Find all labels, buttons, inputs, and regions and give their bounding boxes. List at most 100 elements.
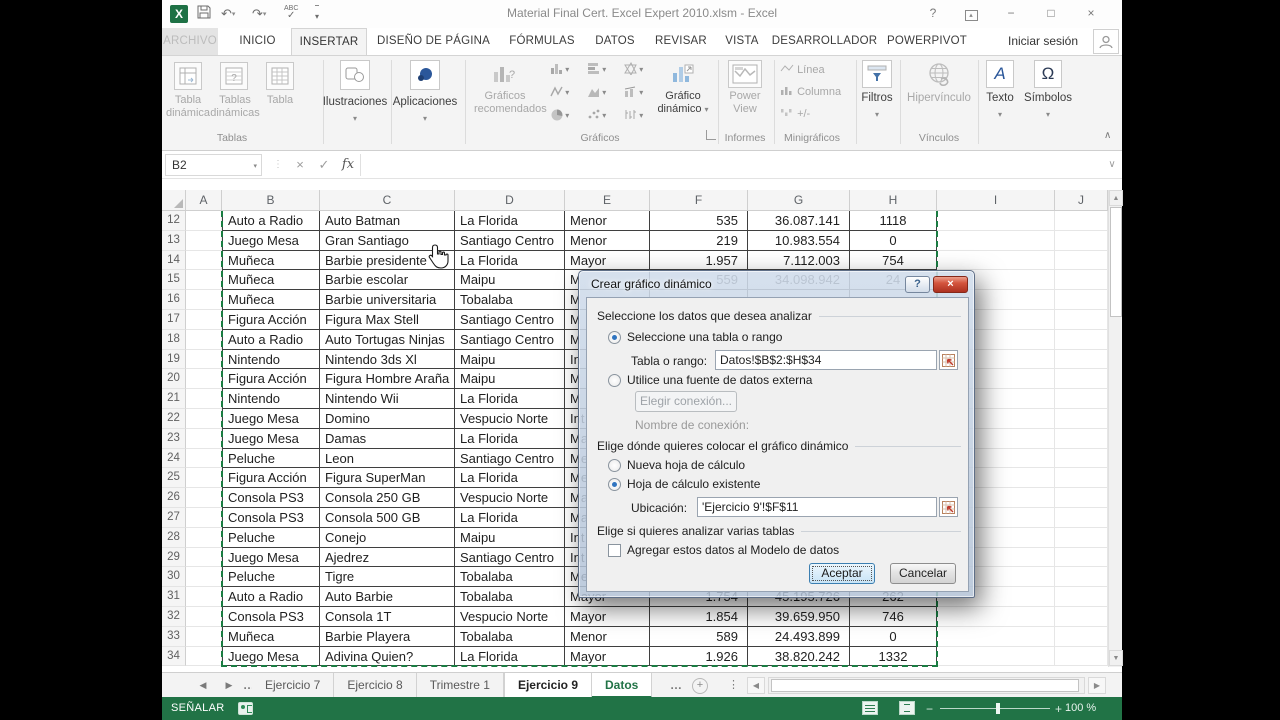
hscroll-right-icon[interactable]: ▶ — [1088, 677, 1106, 694]
minimize-button[interactable]: − — [998, 4, 1024, 22]
cell[interactable]: Damas — [320, 428, 455, 449]
cell[interactable] — [1055, 329, 1108, 350]
cell[interactable] — [1055, 626, 1108, 647]
cell[interactable]: Figura SuperMan — [320, 468, 455, 489]
cell[interactable] — [1055, 606, 1108, 627]
sheet-tab-ejercicio-7[interactable]: Ejercicio 7 — [252, 673, 335, 698]
cell[interactable] — [186, 270, 222, 291]
chart-radar-button[interactable]: ▾ — [624, 61, 643, 80]
cell[interactable]: 38.820.242 — [748, 646, 850, 667]
cell[interactable] — [186, 626, 222, 647]
cell[interactable]: Tobalaba — [455, 626, 565, 647]
cell[interactable]: Tigre — [320, 567, 455, 588]
cell[interactable]: La Florida — [455, 428, 565, 449]
cell[interactable]: Figura Acción — [222, 468, 320, 489]
sheet-tab-ejercicio-8[interactable]: Ejercicio 8 — [334, 673, 417, 698]
cell[interactable] — [937, 250, 1055, 271]
recommended-charts-icon[interactable]: ? — [489, 60, 519, 88]
help-icon[interactable]: ? — [920, 4, 946, 22]
zoom-slider[interactable] — [940, 708, 1050, 709]
name-box[interactable]: B2 ▾ — [165, 154, 262, 176]
column-header-j[interactable]: J — [1055, 190, 1108, 211]
cell[interactable]: Auto a Radio — [222, 587, 320, 607]
cell[interactable]: Barbie universitaria — [320, 290, 455, 310]
table-range-input[interactable]: Datos!$B$2:$H$34 — [715, 350, 937, 370]
cell[interactable] — [186, 290, 222, 310]
cell[interactable] — [186, 507, 222, 528]
select-all-corner[interactable] — [162, 190, 186, 211]
hyperlink-button[interactable]: Hipervínculo — [904, 92, 974, 105]
cell[interactable] — [1055, 567, 1108, 588]
cell[interactable]: Leon — [320, 448, 455, 469]
cell[interactable]: Juego Mesa — [222, 547, 320, 568]
cell[interactable]: 219 — [650, 230, 748, 251]
cell[interactable]: Maipu — [455, 349, 565, 370]
cell[interactable]: Juego Mesa — [222, 646, 320, 667]
filters-button[interactable]: Filtros — [858, 92, 896, 105]
symbols-icon[interactable]: Ω — [1034, 60, 1062, 88]
apps-icon[interactable] — [410, 60, 440, 90]
radio-existing-worksheet-label[interactable]: Hoja de cálculo existente — [627, 477, 760, 491]
cell[interactable] — [1055, 211, 1108, 231]
illustrations-icon[interactable] — [340, 60, 370, 90]
cell[interactable]: 1.926 — [650, 646, 748, 667]
sheet-tab-ejercicio-9[interactable]: Ejercicio 9 — [503, 673, 592, 698]
row-header-34[interactable]: 34 — [162, 646, 186, 667]
row-header-21[interactable]: 21 — [162, 389, 186, 409]
cell[interactable]: Figura Acción — [222, 309, 320, 330]
column-header-e[interactable]: E — [565, 190, 650, 211]
ribbon-tab-insertar[interactable]: INSERTAR — [291, 28, 367, 55]
cell[interactable]: Muñeca — [222, 290, 320, 310]
ribbon-display-options-icon[interactable]: ▴ — [958, 4, 984, 22]
cell[interactable] — [1055, 507, 1108, 528]
cell[interactable]: Santiago Centro — [455, 547, 565, 568]
cell[interactable]: 10.983.554 — [748, 230, 850, 251]
row-header-26[interactable]: 26 — [162, 488, 186, 508]
cell[interactable]: Figura Acción — [222, 369, 320, 390]
horizontal-scrollbar[interactable] — [768, 677, 1085, 694]
cell[interactable] — [937, 230, 1055, 251]
cell[interactable] — [186, 646, 222, 667]
cell[interactable] — [186, 309, 222, 330]
filters-icon[interactable] — [862, 60, 892, 88]
cell[interactable] — [186, 369, 222, 390]
tab-scroll-divider[interactable]: ⋮ — [728, 673, 739, 698]
add-to-data-model-checkbox[interactable] — [608, 544, 621, 557]
cell[interactable]: 7.112.003 — [748, 250, 850, 271]
chart-line-button[interactable]: ▾ — [550, 85, 569, 103]
cell[interactable]: Tobalaba — [455, 290, 565, 310]
normal-view-icon[interactable] — [862, 701, 878, 715]
column-header-c[interactable]: C — [320, 190, 455, 211]
cell[interactable]: 1.957 — [650, 250, 748, 271]
zoom-in-icon[interactable]: + — [1055, 702, 1062, 716]
cell[interactable]: Consola PS3 — [222, 606, 320, 627]
cell[interactable]: Juego Mesa — [222, 408, 320, 429]
cell[interactable]: 535 — [650, 211, 748, 231]
horizontal-scroll-thumb[interactable] — [771, 679, 1079, 692]
cell[interactable]: La Florida — [455, 250, 565, 271]
add-to-data-model-label[interactable]: Agregar estos datos al Modelo de datos — [627, 543, 839, 557]
macro-record-icon[interactable] — [238, 702, 253, 715]
cell[interactable] — [186, 428, 222, 449]
cell[interactable]: Domino — [320, 408, 455, 429]
formula-input[interactable] — [360, 154, 1104, 176]
row-header-31[interactable]: 31 — [162, 587, 186, 607]
cell[interactable]: Consola 250 GB — [320, 488, 455, 508]
cell[interactable]: Nintendo Wii — [320, 389, 455, 409]
cell[interactable]: Auto a Radio — [222, 211, 320, 231]
cell[interactable]: 1118 — [850, 211, 937, 231]
cell[interactable] — [1055, 389, 1108, 409]
cell[interactable]: 1.854 — [650, 606, 748, 627]
cell[interactable] — [186, 527, 222, 548]
radio-new-worksheet-label[interactable]: Nueva hoja de cálculo — [627, 458, 745, 472]
cell[interactable]: 589 — [650, 626, 748, 647]
sparkline-winloss-button[interactable]: +/- — [780, 108, 810, 120]
cell[interactable]: Consola 500 GB — [320, 507, 455, 528]
cell[interactable]: Menor — [565, 626, 650, 647]
row-header-17[interactable]: 17 — [162, 309, 186, 330]
ribbon-tab-revisar[interactable]: REVISAR — [646, 28, 716, 55]
ribbon-tab-dise-o-de-p-gina[interactable]: DISEÑO DE PÁGINA — [367, 28, 500, 55]
ribbon-tab-archivo[interactable]: ARCHIVO — [162, 28, 218, 55]
cell[interactable]: La Florida — [455, 468, 565, 489]
column-header-a[interactable]: A — [186, 190, 222, 211]
